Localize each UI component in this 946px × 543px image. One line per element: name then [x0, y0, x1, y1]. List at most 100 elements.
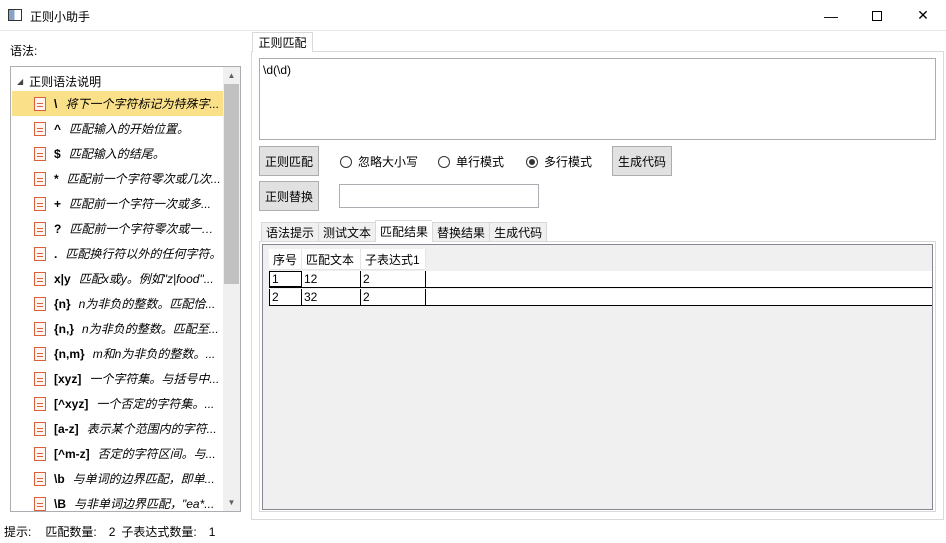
- tree-item[interactable]: [^xyz] 一个否定的字符集。...: [12, 391, 223, 416]
- tree-item-key: [^m-z]: [54, 446, 90, 461]
- radio-dot[interactable]: [438, 155, 450, 168]
- tree-item-key: {n,}: [54, 321, 75, 336]
- replace-input[interactable]: [339, 184, 539, 208]
- single-line-radio[interactable]: 单行模式: [438, 153, 504, 170]
- regex-match-button[interactable]: 正则匹配: [259, 146, 319, 176]
- regex-replace-button[interactable]: 正则替换: [259, 181, 319, 211]
- tree-root[interactable]: ◢ 正则语法说明: [17, 73, 101, 90]
- tree-item-description: 匹配前一个字符一次或多...: [69, 197, 212, 211]
- document-icon: [34, 271, 46, 286]
- tree-item[interactable]: \b 与单词的边界匹配，即单...: [12, 466, 223, 491]
- ignore-case-radio[interactable]: 忽略大小写: [340, 153, 418, 170]
- close-button[interactable]: ✕: [900, 0, 946, 31]
- expand-triangle-icon[interactable]: ◢: [17, 77, 23, 86]
- tree-item-key: .: [54, 246, 58, 261]
- minimize-icon: —: [824, 7, 838, 24]
- tree-item[interactable]: {n,m} m和n为非负的整数。...: [12, 341, 223, 366]
- document-icon: [34, 471, 46, 486]
- document-icon: [34, 96, 46, 111]
- tree-item-key: $: [54, 146, 61, 161]
- minimize-button[interactable]: —: [808, 0, 854, 31]
- tree-item[interactable]: [^m-z] 否定的字符区间。与...: [12, 441, 223, 466]
- document-icon: [34, 146, 46, 161]
- tree-scrollbar[interactable]: ▲ ▼: [223, 67, 240, 511]
- tree-item[interactable]: [xyz] 一个字符集。与括号中...: [12, 366, 223, 391]
- scroll-thumb[interactable]: [224, 84, 239, 284]
- cell-match-text[interactable]: 32: [302, 289, 361, 305]
- tree-item[interactable]: {n} n为非负的整数。匹配恰...: [12, 291, 223, 316]
- column-header-group-1[interactable]: 子表达式1: [361, 249, 426, 270]
- tree-item-description: 匹配前一个字符零次或一次...: [69, 222, 223, 236]
- tree-item-description: 匹配换行符以外的任何字符。: [65, 247, 222, 261]
- tree-item-key: [a-z]: [54, 421, 79, 436]
- tree-item[interactable]: . 匹配换行符以外的任何字符。: [12, 241, 223, 266]
- document-icon: [34, 171, 46, 186]
- table-row[interactable]: 2 32 2: [269, 289, 932, 306]
- document-icon: [34, 246, 46, 261]
- tree-item-description: m和n为非负的整数。...: [92, 347, 216, 361]
- column-header-match-text[interactable]: 匹配文本: [302, 249, 361, 270]
- syntax-tree[interactable]: ◢ 正则语法说明 \ 将下一个字符标记为特殊字... ^ 匹配输入的开始位置。 $ 匹配输…: [10, 66, 241, 512]
- tree-item[interactable]: \B 与非单词边界匹配，"ea*...: [12, 491, 223, 511]
- generate-code-button[interactable]: 生成代码: [612, 146, 672, 176]
- tree-item-key: x|y: [54, 271, 71, 286]
- column-header-index[interactable]: 序号: [269, 249, 302, 270]
- group-count-value: 1: [208, 524, 216, 539]
- ignore-case-label: 忽略大小写: [358, 155, 419, 169]
- document-icon: [34, 121, 46, 136]
- tree-item[interactable]: ? 匹配前一个字符零次或一次...: [12, 216, 223, 241]
- group-count-label: 子表达式数量:: [121, 525, 197, 539]
- multi-line-radio[interactable]: 多行模式: [526, 153, 592, 170]
- tree-item-description: 匹配前一个字符零次或几次...: [66, 172, 221, 186]
- results-grid[interactable]: 序号 匹配文本 子表达式1 1 12 2 2 32 2: [262, 244, 933, 510]
- tree-item-key: *: [54, 171, 59, 186]
- tab-regex-match[interactable]: 正则匹配: [252, 32, 313, 52]
- tree-item[interactable]: $ 匹配输入的结尾。: [12, 141, 223, 166]
- tree-item-key: ^: [54, 121, 62, 136]
- grid-header: 序号 匹配文本 子表达式1: [269, 249, 426, 270]
- syntax-label: 语法:: [10, 44, 38, 58]
- tree-item-description: n为非负的整数。匹配恰...: [78, 297, 216, 311]
- tree-item-description: 一个字符集。与括号中...: [89, 372, 220, 386]
- document-icon: [34, 421, 46, 436]
- table-row[interactable]: 1 12 2: [269, 271, 932, 288]
- regex-input[interactable]: \d(\d): [259, 58, 936, 140]
- document-icon: [34, 396, 46, 411]
- tree-item[interactable]: {n,} n为非负的整数。匹配至...: [12, 316, 223, 341]
- scroll-down-arrow-icon[interactable]: ▼: [223, 494, 240, 511]
- document-icon: [34, 346, 46, 361]
- tree-item[interactable]: [a-z] 表示某个范围内的字符...: [12, 416, 223, 441]
- tab-test-text[interactable]: 测试文本: [318, 222, 376, 242]
- tree-item-description: 表示某个范围内的字符...: [86, 422, 217, 436]
- status-bar: 提示: 匹配数量: 2 子表达式数量: 1: [0, 520, 946, 543]
- tree-item-description: n为非负的整数。匹配至...: [82, 322, 219, 336]
- cell-group-1[interactable]: 2: [361, 289, 426, 305]
- maximize-button[interactable]: [854, 0, 900, 31]
- tree-item-key: {n}: [54, 296, 71, 311]
- tab-syntax-hint[interactable]: 语法提示: [261, 222, 319, 242]
- cell-group-1[interactable]: 2: [361, 271, 426, 287]
- tree-item[interactable]: ^ 匹配输入的开始位置。: [12, 116, 223, 141]
- tab-replace-results[interactable]: 替换结果: [432, 222, 490, 242]
- document-icon: [34, 221, 46, 236]
- tree-item-description: 匹配输入的开始位置。: [69, 122, 190, 136]
- tree-item-key: {n,m}: [54, 346, 85, 361]
- tree-item[interactable]: * 匹配前一个字符零次或几次...: [12, 166, 223, 191]
- document-icon: [34, 196, 46, 211]
- radio-dot[interactable]: [526, 155, 538, 168]
- tree-item[interactable]: + 匹配前一个字符一次或多...: [12, 191, 223, 216]
- tree-item-key: \: [54, 96, 58, 111]
- tree-item[interactable]: \ 将下一个字符标记为特殊字...: [12, 91, 223, 116]
- tab-match-results[interactable]: 匹配结果: [375, 220, 433, 242]
- tree-root-label: 正则语法说明: [29, 75, 102, 89]
- cell-match-text[interactable]: 12: [302, 271, 361, 287]
- tree-item-description: 否定的字符区间。与...: [97, 447, 216, 461]
- maximize-icon: [872, 10, 882, 21]
- app-icon: [8, 9, 22, 21]
- radio-dot[interactable]: [340, 155, 352, 168]
- tree-item[interactable]: x|y 匹配x或y。例如"z|food"...: [12, 266, 223, 291]
- scroll-up-arrow-icon[interactable]: ▲: [223, 67, 240, 84]
- cell-index[interactable]: 1: [269, 271, 302, 287]
- tab-generate-code[interactable]: 生成代码: [489, 222, 548, 242]
- cell-index[interactable]: 2: [269, 289, 302, 305]
